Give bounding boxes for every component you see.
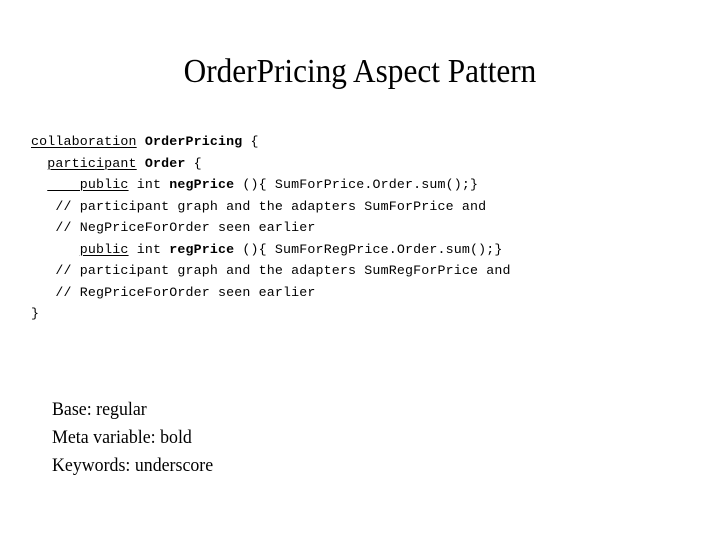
page-title: OrderPricing Aspect Pattern [183, 53, 537, 90]
code-base-text: { [185, 155, 202, 171]
code-line: // NegPriceForOrder seen earlier [31, 217, 511, 239]
code-base-text [137, 156, 145, 171]
code-base-text: // participant graph and the adapters Su… [31, 263, 511, 278]
code-base-text: // participant graph and the adapters Su… [31, 198, 487, 214]
code-base-text [31, 242, 80, 257]
code-keyword: public [79, 241, 129, 257]
code-base-text: (){ SumForRegPrice.Order.sum();} [234, 241, 503, 257]
code-base-text [137, 134, 145, 149]
code-line: public int negPrice (){ SumForPrice.Orde… [31, 174, 511, 196]
code-keyword: participant [47, 155, 137, 171]
code-base-text: int [128, 241, 170, 257]
code-base-text: { [242, 134, 259, 149]
legend-item: Meta variable: bold [52, 427, 192, 448]
code-base-text: } [31, 306, 40, 321]
code-base-text [31, 156, 47, 171]
code-base-text: // NegPriceForOrder seen earlier [31, 220, 316, 235]
legend: Base: regular Meta variable: bold Keywords… [52, 396, 223, 480]
code-meta-variable: regPrice [169, 241, 235, 257]
code-line: public int regPrice (){ SumForRegPrice.O… [31, 239, 511, 261]
code-base-text: int [128, 177, 170, 192]
code-line: // participant graph and the adapters Su… [31, 196, 511, 218]
code-line: participant Order { [31, 153, 511, 175]
code-base-text [31, 177, 47, 192]
code-meta-variable: Order [144, 155, 186, 171]
code-base-text: (){ SumForPrice.Order.sum();} [234, 177, 479, 192]
code-meta-variable: OrderPricing [144, 134, 243, 149]
code-base-text: // RegPriceForOrder seen earlier [31, 284, 316, 300]
code-meta-variable: negPrice [169, 177, 235, 192]
code-keyword: public [47, 177, 129, 192]
code-listing: collaboration OrderPricing { participant… [31, 131, 511, 325]
legend-item: Base: regular [52, 399, 147, 420]
code-line: collaboration OrderPricing { [31, 131, 511, 153]
code-line: // participant graph and the adapters Su… [31, 260, 511, 282]
code-keyword: collaboration [31, 134, 137, 149]
code-line: // RegPriceForOrder seen earlier [31, 282, 511, 304]
legend-item: Keywords: underscore [52, 455, 214, 476]
code-line: } [31, 303, 511, 325]
